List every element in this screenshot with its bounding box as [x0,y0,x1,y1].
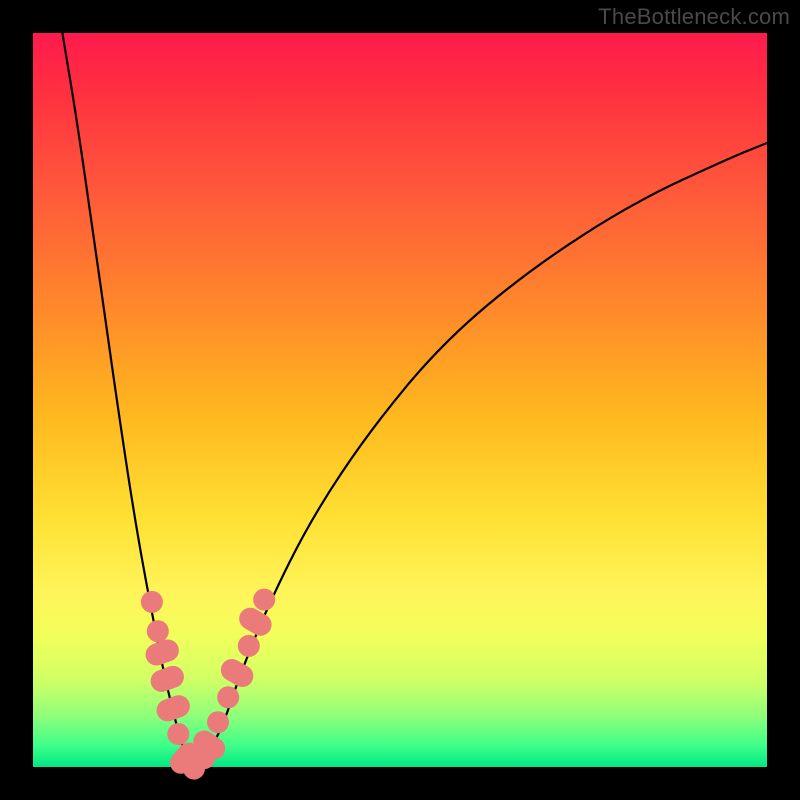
chart-marker-dot [217,686,239,708]
chart-marker-dot [167,723,189,745]
chart-marker-dot [207,711,229,733]
chart-frame: TheBottleneck.com [0,0,800,800]
chart-marker-dot [238,635,260,657]
chart-marker-capsule [148,663,187,695]
chart-marker-dot [147,620,169,642]
watermark-text: TheBottleneck.com [598,4,790,30]
chart-markers [141,589,276,781]
chart-marker-dot [253,589,275,611]
chart-svg-layer [33,33,767,767]
chart-marker-capsule [217,655,257,691]
chart-plot-area [33,33,767,767]
chart-marker-dot [141,591,163,613]
chart-marker-capsule [142,636,181,668]
chart-marker-capsule [153,692,192,724]
